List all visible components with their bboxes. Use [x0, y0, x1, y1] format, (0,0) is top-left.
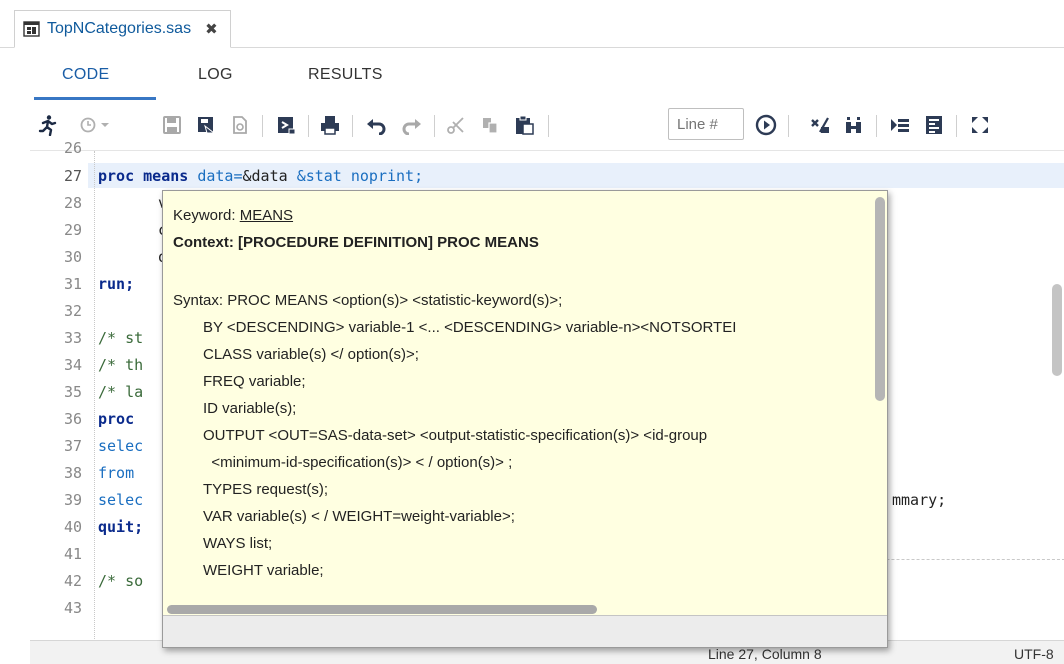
file-tab[interactable]: TopNCategories.sas ✖	[14, 10, 231, 48]
run-icon[interactable]	[36, 113, 60, 137]
close-tab-icon[interactable]: ✖	[205, 20, 218, 38]
editor-subtabs: CODE LOG RESULTS	[0, 48, 1064, 100]
line-number: 41	[63, 545, 82, 563]
undo-icon[interactable]	[364, 113, 388, 137]
toolbar-separator	[788, 115, 789, 137]
save-as-icon[interactable]	[194, 113, 218, 137]
code-line-37: selec	[98, 437, 144, 455]
print-icon[interactable]	[318, 113, 342, 137]
code-line-42: /* so	[98, 572, 144, 590]
syntax-line: Syntax: PROC MEANS <option(s)> <statisti…	[173, 292, 563, 309]
keyword-line: Keyword: MEANS	[173, 207, 293, 224]
outline-icon[interactable]	[922, 113, 946, 137]
toolbar-separator	[956, 115, 957, 137]
line-number: 30	[63, 248, 82, 266]
code-line-31: run;	[98, 275, 135, 293]
tab-code[interactable]: CODE	[62, 66, 109, 84]
line-number: 40	[63, 518, 82, 536]
line-number: 42	[63, 572, 82, 590]
code-token: proc	[98, 167, 135, 185]
redo-icon[interactable]	[400, 113, 424, 137]
keyword-label: Keyword:	[173, 207, 240, 224]
line-number: 36	[63, 410, 82, 428]
syntax-help-popup: Keyword: MEANS Context: [PROCEDURE DEFIN…	[162, 190, 888, 648]
export-icon[interactable]	[228, 113, 252, 137]
line-number: 26	[63, 139, 82, 157]
indent-guide	[94, 151, 95, 641]
syntax-statement: OUTPUT <OUT=SAS-data-set> <output-statis…	[203, 427, 708, 444]
sas-program-icon	[23, 20, 41, 38]
popup-horizontal-scrollbar[interactable]	[167, 605, 597, 614]
code-line-35: /* la	[98, 383, 144, 401]
snippets-icon[interactable]	[888, 113, 912, 137]
code-token: &data	[242, 167, 288, 185]
save-icon[interactable]	[160, 113, 184, 137]
code-token: noprint;	[350, 167, 424, 185]
line-number: 34	[63, 356, 82, 374]
toolbar-separator	[352, 115, 353, 137]
popup-footer	[163, 615, 887, 647]
maximize-icon[interactable]	[968, 113, 992, 137]
code-token: means	[143, 167, 189, 185]
cursor-position: Line 27, Column 8	[708, 646, 822, 662]
split-view-icon[interactable]	[842, 113, 866, 137]
line-number-gutter: 26 27 28 29 30 31 32 33 34 35 36 37 38 3…	[30, 139, 88, 641]
popup-vertical-scrollbar[interactable]	[875, 197, 885, 401]
keyword-link[interactable]: MEANS	[240, 207, 293, 224]
syntax-statement: BY <DESCENDING> variable-1 <... <DESCEND…	[203, 319, 737, 336]
sas-code-editor-window: TopNCategories.sas ✖ CODE LOG RESULTS Li…	[0, 0, 1064, 664]
history-dropdown-icon[interactable]	[76, 113, 116, 137]
syntax-help-content: Keyword: MEANS Context: [PROCEDURE DEFIN…	[173, 205, 873, 605]
tab-log[interactable]: LOG	[198, 66, 233, 84]
code-token: &stat	[296, 167, 342, 185]
code-line-40: quit;	[98, 518, 144, 536]
code-line-27: proc means data=&data &stat noprint;	[98, 167, 423, 185]
file-tab-strip: TopNCategories.sas ✖	[0, 0, 1064, 48]
toolbar-separator	[876, 115, 877, 137]
format-code-icon[interactable]	[274, 113, 298, 137]
code-line-34: /* th	[98, 356, 144, 374]
line-number: 38	[63, 464, 82, 482]
code-line-38: from	[98, 464, 135, 482]
line-number: 28	[63, 194, 82, 212]
toolbar-separator	[548, 115, 549, 137]
line-number: 35	[63, 383, 82, 401]
syntax-statement: FREQ variable;	[203, 373, 306, 390]
syntax-statement: VAR variable(s) < / WEIGHT=weight-variab…	[203, 508, 515, 525]
syntax-statement: <minimum-id-specification(s)> < / option…	[203, 454, 513, 471]
line-number: 39	[63, 491, 82, 509]
syntax-statement: CLASS variable(s) </ option(s)>;	[203, 346, 419, 363]
toolbar-separator	[262, 115, 263, 137]
line-number: 43	[63, 599, 82, 617]
syntax-statement: WEIGHT variable;	[203, 562, 324, 579]
code-line-36: proc	[98, 410, 135, 428]
file-encoding: UTF-8	[1014, 646, 1054, 662]
line-number: 33	[63, 329, 82, 347]
context-line: Context: [PROCEDURE DEFINITION] PROC MEA…	[173, 234, 539, 251]
line-number: 29	[63, 221, 82, 239]
syntax-statement: ID variable(s);	[203, 400, 297, 417]
code-line-33: /* st	[98, 329, 144, 347]
editor-toolbar	[0, 100, 1064, 150]
toolbar-separator	[308, 115, 309, 137]
code-line-39: selec	[98, 491, 144, 509]
tab-results[interactable]: RESULTS	[308, 66, 383, 84]
go-to-line-input[interactable]	[668, 108, 744, 140]
line-number: 37	[63, 437, 82, 455]
line-number: 32	[63, 302, 82, 320]
toolbar-separator	[434, 115, 435, 137]
syntax-statement: TYPES request(s);	[203, 481, 329, 498]
file-tab-name: TopNCategories.sas	[47, 20, 192, 37]
code-token: data=	[197, 167, 243, 185]
line-number: 31	[63, 275, 82, 293]
copy-icon[interactable]	[478, 113, 502, 137]
editor-scrollbar-thumb[interactable]	[1052, 284, 1062, 376]
code-line-39-tail: mmary;	[892, 491, 947, 509]
cut-icon[interactable]	[444, 113, 468, 137]
paste-icon[interactable]	[512, 113, 536, 137]
syntax-statement: WAYS list;	[203, 535, 273, 552]
go-to-line-icon[interactable]	[754, 113, 778, 137]
line-number: 27	[63, 167, 82, 185]
clear-code-icon[interactable]	[808, 113, 832, 137]
